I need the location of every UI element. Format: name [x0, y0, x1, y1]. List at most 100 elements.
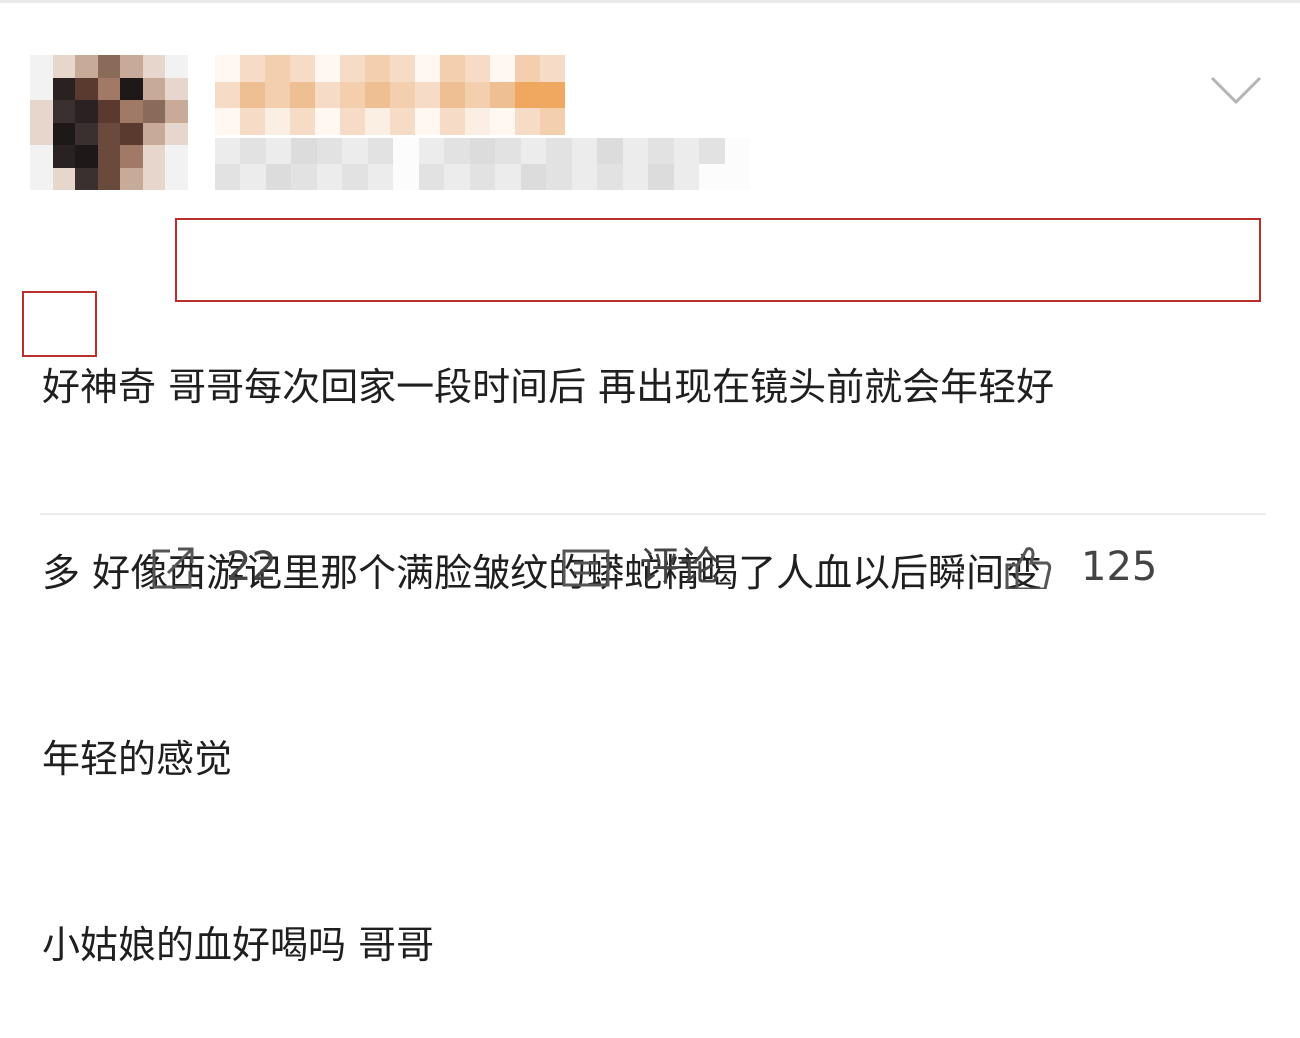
mosaic-cell	[515, 55, 540, 82]
mosaic-cell	[622, 138, 649, 164]
mosaic-cell	[418, 138, 445, 164]
mosaic-cell	[393, 164, 419, 190]
mosaic-cell	[367, 164, 394, 190]
chevron-down-icon[interactable]	[1208, 68, 1264, 112]
mosaic-cell	[597, 164, 623, 190]
mosaic-cell	[240, 55, 265, 82]
mosaic-cell	[673, 164, 700, 190]
mosaic-cell	[648, 164, 674, 190]
mosaic-cell	[30, 100, 53, 123]
mosaic-cell	[469, 164, 496, 190]
comment-button[interactable]: 评论	[560, 545, 720, 595]
mosaic-cell	[315, 108, 340, 135]
mosaic-cell	[142, 100, 166, 123]
mosaic-cell	[75, 145, 98, 168]
mosaic-cell	[340, 55, 365, 82]
mosaic-cell	[546, 138, 572, 164]
mosaic-cell	[520, 138, 547, 164]
mosaic-cell	[290, 81, 315, 109]
mosaic-cell	[240, 108, 265, 135]
post-text: 好神奇 哥哥每次回家一段时间后 再出现在镜头前就会年轻好 多 好像西游记里那个满…	[42, 232, 1277, 1038]
mosaic-cell	[540, 81, 565, 109]
mosaic-cell	[515, 81, 540, 109]
mosaic-cell	[215, 164, 241, 190]
post-meta-blurred	[215, 138, 750, 190]
mosaic-cell	[215, 81, 240, 109]
mosaic-cell	[571, 164, 598, 190]
mosaic-cell	[315, 81, 340, 109]
mosaic-cell	[52, 100, 76, 123]
mosaic-cell	[120, 145, 143, 168]
thumbs-up-icon	[1005, 547, 1052, 589]
mosaic-cell	[724, 138, 750, 164]
mosaic-cell	[30, 122, 53, 145]
mosaic-cell	[342, 138, 368, 164]
mosaic-cell	[75, 122, 98, 145]
mosaic-cell	[444, 164, 470, 190]
mosaic-cell	[490, 108, 515, 135]
like-button[interactable]: 125	[1003, 545, 1157, 595]
mosaic-cell	[165, 55, 188, 78]
mosaic-cell	[142, 145, 166, 168]
mosaic-cell	[165, 77, 188, 100]
mosaic-cell	[365, 108, 390, 135]
share-icon	[152, 547, 194, 589]
mosaic-cell	[75, 77, 98, 100]
mosaic-cell	[440, 55, 465, 82]
mosaic-cell	[340, 108, 365, 135]
mosaic-cell	[495, 164, 521, 190]
mosaic-cell	[240, 164, 266, 190]
username-blurred[interactable]	[215, 55, 565, 135]
mosaic-cell	[120, 122, 143, 145]
avatar[interactable]	[30, 55, 188, 190]
mosaic-cell	[165, 167, 188, 190]
mosaic-cell	[367, 138, 394, 164]
comment-icon	[562, 549, 610, 587]
mosaic-cell	[97, 100, 121, 123]
mosaic-cell	[30, 167, 53, 190]
mosaic-cell	[365, 55, 390, 82]
mosaic-cell	[315, 55, 340, 82]
mosaic-cell	[52, 55, 76, 78]
mosaic-cell	[290, 55, 315, 82]
mosaic-cell	[30, 77, 53, 100]
mosaic-cell	[240, 138, 266, 164]
mosaic-cell	[215, 55, 240, 82]
mosaic-cell	[418, 164, 445, 190]
mosaic-cell	[97, 145, 121, 168]
mosaic-cell	[75, 55, 98, 78]
mosaic-cell	[515, 108, 540, 135]
mosaic-cell	[490, 55, 515, 82]
mosaic-cell	[597, 138, 623, 164]
mosaic-cell	[52, 122, 76, 145]
mosaic-cell	[440, 108, 465, 135]
top-border	[0, 0, 1300, 3]
mosaic-cell	[265, 55, 290, 82]
mosaic-cell	[52, 145, 76, 168]
mosaic-cell	[415, 55, 440, 82]
mosaic-cell	[393, 138, 419, 164]
mosaic-cell	[316, 164, 343, 190]
post-line: 年轻的感觉	[42, 737, 233, 781]
mosaic-cell	[30, 145, 53, 168]
mosaic-cell	[120, 167, 143, 190]
mosaic-cell	[165, 145, 188, 168]
mosaic-cell	[75, 167, 98, 190]
mosaic-cell	[415, 81, 440, 109]
mosaic-cell	[165, 122, 188, 145]
mosaic-cell	[97, 55, 121, 78]
mosaic-cell	[444, 138, 470, 164]
mosaic-cell	[142, 167, 166, 190]
mosaic-cell	[571, 138, 598, 164]
mosaic-cell	[316, 138, 343, 164]
mosaic-cell	[265, 164, 292, 190]
mosaic-cell	[97, 77, 121, 100]
mosaic-cell	[265, 81, 290, 109]
mosaic-cell	[120, 55, 143, 78]
mosaic-cell	[52, 167, 76, 190]
mosaic-cell	[465, 55, 490, 82]
like-count: 125	[1081, 544, 1158, 590]
mosaic-cell	[546, 164, 572, 190]
repost-button[interactable]: 22	[150, 545, 277, 595]
mosaic-cell	[265, 138, 292, 164]
